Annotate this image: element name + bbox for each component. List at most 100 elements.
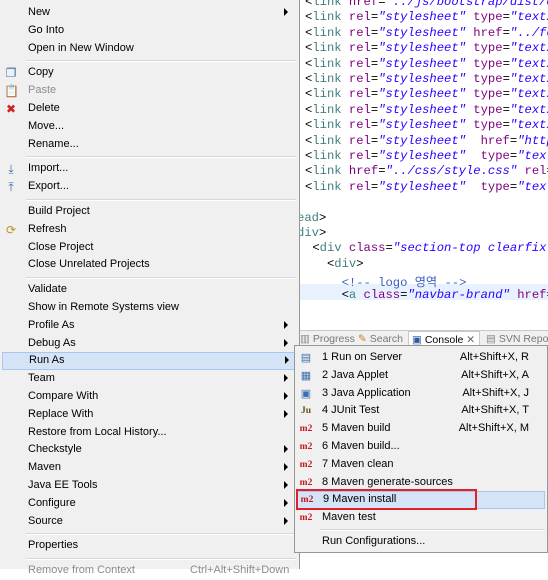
menu-item-run-as[interactable]: Run As xyxy=(2,352,296,371)
code-token: "stylesheet" xyxy=(378,87,466,102)
code-token: "stylesheet" xyxy=(378,149,466,163)
code-token: div xyxy=(319,241,342,256)
run-as-item-shortcut: Alt+Shift+X, J xyxy=(462,386,529,399)
menu-item-team[interactable]: Team xyxy=(0,370,298,388)
menu-item-move[interactable]: Move... xyxy=(0,118,298,136)
menu-item-maven[interactable]: Maven xyxy=(0,459,298,477)
code-line: div> xyxy=(297,226,326,240)
code-token: "section-top clearfix" xyxy=(392,241,548,256)
menu-item-debug-as[interactable]: Debug As xyxy=(0,335,298,353)
menu-item-build-project[interactable]: Build Project xyxy=(0,203,298,221)
menu-item-open-in-new-window[interactable]: Open in New Window xyxy=(0,40,298,58)
code-token: href xyxy=(348,0,379,9)
run-as-item-2-java-applet[interactable]: ▦ 2 Java Applet Alt+Shift+X, A xyxy=(295,367,547,385)
run-as-item-1-run-on-server[interactable]: ▤ 1 Run on Server Alt+Shift+X, R xyxy=(295,349,547,367)
code-token: rel xyxy=(348,149,371,163)
run-as-item-5-maven-build[interactable]: m2 5 Maven build Alt+Shift+X, M xyxy=(295,420,547,438)
code-token: ead xyxy=(297,210,319,225)
code-token: type xyxy=(473,41,503,56)
code-token: > xyxy=(356,256,364,271)
run-as-item-7-maven-clean[interactable]: m2 7 Maven clean xyxy=(295,456,547,474)
menu-item-export[interactable]: ⤒ Export... xyxy=(0,178,298,196)
code-token: "text/ xyxy=(509,102,548,117)
code-token: div xyxy=(334,256,357,271)
code-line: ead> xyxy=(297,211,326,225)
maven-icon: m2 xyxy=(299,442,313,452)
menu-item-close-unrelated-projects[interactable]: Close Unrelated Projects xyxy=(0,256,298,274)
menu-item-label: Maven xyxy=(28,461,62,474)
menu-item-copy[interactable]: ❐ Copy xyxy=(0,64,298,82)
run-as-item-label: Maven test xyxy=(322,511,376,524)
run-as-item-maven-test[interactable]: m2 Maven test xyxy=(295,509,547,527)
code-token: rel xyxy=(348,41,371,56)
code-line: <link rel="stylesheet" href="http xyxy=(305,134,548,148)
menu-item-rename[interactable]: Rename... xyxy=(0,136,298,154)
code-token: "text/ xyxy=(509,87,548,102)
menu-item-replace-with[interactable]: Replace With xyxy=(0,406,298,424)
submenu-arrow-icon xyxy=(284,463,288,472)
menu-item-properties[interactable]: Properties xyxy=(0,537,298,555)
menu-item-label: Compare With xyxy=(28,390,99,402)
code-token: div xyxy=(297,226,319,240)
menu-item-profile-as[interactable]: Profile As xyxy=(0,317,298,335)
run-as-item-3-java-application[interactable]: ▣ 3 Java Application Alt+Shift+X, J xyxy=(295,385,547,403)
submenu-arrow-icon xyxy=(284,445,288,454)
code-token: type xyxy=(473,118,503,133)
menu-item-label: Build Project xyxy=(28,205,90,217)
copy-icon: ❐ xyxy=(5,66,17,81)
menu-item-source[interactable]: Source xyxy=(0,513,298,531)
menu-item-label: Java EE Tools xyxy=(28,479,98,491)
code-token: link xyxy=(312,102,342,117)
code-token: link xyxy=(312,133,342,148)
code-token: = xyxy=(502,41,510,56)
tab-svn-repositories[interactable]: ▤ SVN Reposi xyxy=(486,333,548,345)
run-as-item-label: 5 Maven build xyxy=(322,422,391,435)
menu-item-delete[interactable]: ✖ Delete xyxy=(0,100,298,118)
code-line: <link href="../js/bootstrap/dist/c xyxy=(305,0,548,9)
menu-item-restore-from-local-history[interactable]: Restore from Local History... xyxy=(0,424,298,442)
code-token: href xyxy=(473,25,503,40)
menu-item-label: Remove from Context xyxy=(28,564,135,577)
menu-item-label: Refresh xyxy=(28,222,67,235)
code-token: link xyxy=(312,10,342,25)
menu-item-label: Export... xyxy=(28,180,69,193)
menu-item-java-ee-tools[interactable]: Java EE Tools xyxy=(0,477,298,495)
menu-item-label: Go Into xyxy=(28,23,65,36)
annotation-highlight-box xyxy=(296,489,477,510)
code-line: <link rel="stylesheet" type="text/ xyxy=(305,10,548,24)
menu-item-refresh[interactable]: ⟳ Refresh xyxy=(0,221,298,239)
menu-item-import[interactable]: ⤓ Import... xyxy=(0,160,298,178)
menu-item-validate[interactable]: Validate xyxy=(0,281,298,299)
code-token: type xyxy=(480,179,510,194)
menu-item-show-in-remote-systems-view[interactable]: Show in Remote Systems view xyxy=(0,299,298,317)
tab-search[interactable]: ✎ Search xyxy=(358,333,403,345)
menu-item-go-into[interactable]: Go Into xyxy=(0,22,298,40)
menu-item-new[interactable]: New xyxy=(0,4,298,22)
menu-item-compare-with[interactable]: Compare With xyxy=(0,388,298,406)
code-token: "stylesheet" xyxy=(378,25,466,40)
menu-item-label: New xyxy=(28,6,51,18)
code-token: "text/ xyxy=(509,118,548,133)
menu-item-checkstyle[interactable]: Checkstyle xyxy=(0,441,298,459)
code-token: link xyxy=(312,41,342,56)
code-line: <a class="navbar-brand" href=" xyxy=(305,288,548,302)
export-icon: ⤒ xyxy=(8,180,14,195)
code-token: "stylesheet" xyxy=(378,72,466,86)
menu-item-close-project[interactable]: Close Project xyxy=(0,239,298,257)
code-line: <div class="section-top clearfix"> xyxy=(305,241,548,255)
menu-item-paste[interactable]: 📋 Paste xyxy=(0,82,298,100)
tab-progress[interactable]: ▥ Progress xyxy=(300,333,355,345)
menu-item-remove-from-context[interactable]: Remove from Context Ctrl+Alt+Shift+Down xyxy=(0,562,298,580)
run-as-item-4-junit-test[interactable]: Ju 4 JUnit Test Alt+Shift+X, T xyxy=(295,402,547,420)
menu-item-label: Import... xyxy=(28,162,69,175)
menu-item-label: Team xyxy=(28,372,55,385)
run-as-item-label: 2 Java Applet xyxy=(322,368,389,381)
submenu-arrow-icon xyxy=(284,481,288,489)
tab-progress-label: Progress xyxy=(312,333,355,345)
menu-item-configure[interactable]: Configure xyxy=(0,495,298,513)
run-as-item-run-configurations[interactable]: Run Configurations... xyxy=(295,533,547,551)
run-as-item-6-maven-build[interactable]: m2 6 Maven build... xyxy=(295,438,547,456)
menu-item-label: Source xyxy=(28,514,63,527)
